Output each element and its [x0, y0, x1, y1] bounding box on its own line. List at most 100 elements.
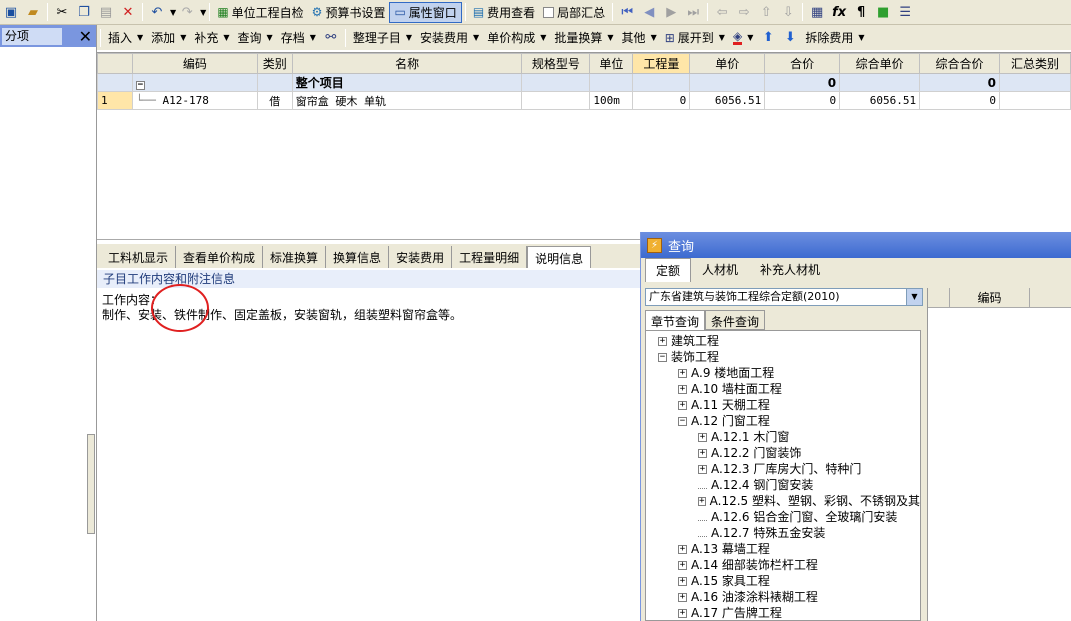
move-right-icon[interactable]: ⇨ [733, 1, 755, 23]
tree-node[interactable]: − A.12 门窗工程 [646, 413, 920, 429]
expand-icon[interactable]: + [698, 448, 707, 458]
column-header[interactable]: 综合单价 [839, 53, 921, 74]
paragraph-icon[interactable]: ¶ [850, 1, 872, 23]
quota-library-select[interactable]: 广东省建筑与装饰工程综合定额(2010) ▼ [645, 288, 923, 306]
unit-cell[interactable]: 100m [589, 91, 634, 110]
redo-dropdown-icon[interactable]: ▼ [200, 8, 206, 17]
expand-icon[interactable]: + [698, 496, 706, 506]
binoculars-icon[interactable]: ⚯ [320, 27, 342, 49]
remove-fee-button[interactable]: 拆除费用 ▼ [801, 27, 868, 48]
expand-icon[interactable]: + [698, 464, 707, 474]
expand-icon[interactable]: + [678, 560, 687, 570]
collapse-icon[interactable]: − [678, 416, 687, 426]
expand-icon[interactable]: + [678, 400, 687, 410]
panel-splitter[interactable] [87, 434, 95, 534]
expand-icon[interactable]: + [678, 368, 687, 378]
list-icon[interactable]: ☰ [894, 1, 916, 23]
move-down-icon[interactable]: ⇩ [777, 1, 799, 23]
tab-quantity-detail[interactable]: 工程量明细 [452, 246, 528, 268]
tab-install-fee[interactable]: 安装费用 [389, 246, 453, 268]
price-cell[interactable]: 6056.51 [689, 91, 766, 110]
tab-supplement-material[interactable]: 补充人材机 [749, 257, 831, 282]
column-header[interactable]: 单价 [689, 53, 766, 74]
type-cell[interactable]: 借 [256, 91, 293, 110]
move-left-icon[interactable]: ⇦ [711, 1, 733, 23]
column-header[interactable]: 综合合价 [919, 53, 1000, 74]
open-folder-icon[interactable]: ▰ [22, 1, 44, 23]
column-header[interactable]: 工程量 [632, 53, 691, 74]
tab-labor-material[interactable]: 人材机 [691, 257, 749, 282]
tree-node[interactable]: + A.12.3 厂库房大门、特种门 [646, 461, 920, 477]
expand-icon[interactable]: + [678, 544, 687, 554]
quantity-cell[interactable]: 0 [632, 91, 691, 110]
copy-icon[interactable]: ❐ [73, 1, 95, 23]
chevron-down-icon[interactable]: ▼ [906, 289, 922, 305]
calculator-icon[interactable]: ▦ [806, 1, 828, 23]
query-title-bar[interactable]: ⚡ 查询 [641, 232, 1071, 258]
collapse-icon[interactable]: − [658, 352, 667, 362]
expand-icon[interactable]: + [678, 608, 687, 618]
tree-node[interactable]: A.12.7 特殊五金安装 [646, 525, 920, 541]
tree-node[interactable]: A.12.4 钢门窗安装 [646, 477, 920, 493]
comp-price-cell[interactable]: 6056.51 [839, 91, 921, 110]
column-header[interactable]: 名称 [291, 53, 523, 74]
collapse-toggle[interactable]: − [135, 80, 145, 90]
self-check-button[interactable]: ▦ 单位工程自检 [213, 2, 307, 23]
tab-convert-info[interactable]: 换算信息 [326, 246, 390, 268]
code-cell[interactable]: └── A12-178 [131, 91, 258, 110]
tab-standard-convert[interactable]: 标准换算 [263, 246, 327, 268]
tree-node[interactable]: + A.16 油漆涂料裱糊工程 [646, 589, 920, 605]
left-panel-title[interactable]: 分项 [2, 27, 62, 45]
tab-condition-query[interactable]: 条件查询 [705, 310, 766, 330]
tree-node[interactable]: + A.12.5 塑料、塑钢、彩钢、不锈钢及其 [646, 493, 920, 509]
tree-node[interactable]: + A.17 广告牌工程 [646, 605, 920, 620]
expand-icon[interactable]: + [698, 432, 707, 442]
description-area[interactable]: 工作内容： 制作、安装、铁件制作、固定盖板，安装窗轨，组装塑料窗帘盒等。 [97, 290, 642, 621]
comp-total-cell[interactable]: 0 [919, 91, 1000, 110]
tree-node[interactable]: + A.12.1 木门窗 [646, 429, 920, 445]
total-cell[interactable]: 0 [764, 91, 841, 110]
redo-icon[interactable]: ↷ [176, 1, 198, 23]
category-cell[interactable] [998, 91, 1071, 110]
tree-node[interactable]: + 建筑工程 [646, 333, 920, 349]
expand-icon[interactable]: + [678, 384, 687, 394]
expand-icon[interactable]: + [678, 576, 687, 586]
archive-button[interactable]: 存档 ▼ [277, 27, 320, 48]
install-fee-button[interactable]: 安装费用 ▼ [416, 27, 483, 48]
tree-node[interactable]: + A.10 墙柱面工程 [646, 381, 920, 397]
tab-chapter-query[interactable]: 章节查询 [645, 310, 706, 330]
add-button[interactable]: 添加 ▼ [147, 27, 190, 48]
unit-price-button[interactable]: 单价构成 ▼ [483, 27, 550, 48]
move-up-icon[interactable]: ⇧ [755, 1, 777, 23]
column-header[interactable]: 类别 [256, 53, 293, 74]
tree-node[interactable]: − 装饰工程 [646, 349, 920, 365]
tree-node[interactable]: A.12.6 铝合金门窗、全玻璃门安装 [646, 509, 920, 525]
query-button[interactable]: 查询 ▼ [234, 27, 277, 48]
property-window-button[interactable]: ▭ 属性窗口 [389, 1, 462, 23]
save-icon[interactable]: ▣ [0, 1, 22, 23]
organize-button[interactable]: 整理子目 ▼ [349, 27, 416, 48]
tree-node[interactable]: + A.12.2 门窗装饰 [646, 445, 920, 461]
table-row[interactable]: 1 └── A12-178 借 窗帘盒 硬木 单轨 100m 0 6056.51… [97, 91, 1071, 110]
expand-button[interactable]: ⊞ 展开到 ▼ [661, 27, 729, 48]
tree-node[interactable]: + A.11 天棚工程 [646, 397, 920, 413]
first-icon[interactable]: ⏮ [616, 1, 638, 23]
batch-convert-button[interactable]: 批量换算 ▼ [550, 27, 617, 48]
fee-view-button[interactable]: ▤ 费用查看 [469, 2, 539, 23]
tab-description[interactable]: 说明信息 [527, 246, 592, 268]
project-total-row[interactable]: − 整个项目 0 0 [97, 73, 1071, 92]
other-button[interactable]: 其他 ▼ [618, 27, 661, 48]
partial-summary-checkbox[interactable]: 局部汇总 [539, 2, 609, 23]
delete-icon[interactable]: ✕ [117, 1, 139, 23]
row-number[interactable]: 1 [97, 91, 133, 110]
column-header[interactable]: 合价 [764, 53, 841, 74]
tree-node[interactable]: + A.14 细部装饰栏杆工程 [646, 557, 920, 573]
supplement-button[interactable]: 补充 ▼ [190, 27, 233, 48]
next-icon[interactable]: ▶ [660, 1, 682, 23]
prev-icon[interactable]: ◀ [638, 1, 660, 23]
last-icon[interactable]: ⏭ [682, 1, 704, 23]
fill-color-button[interactable]: ◈ ▼ [729, 27, 757, 48]
insert-button[interactable]: 插入 ▼ [104, 27, 147, 48]
close-icon[interactable]: ✕ [79, 27, 92, 46]
column-header[interactable]: 规格型号 [521, 53, 591, 74]
